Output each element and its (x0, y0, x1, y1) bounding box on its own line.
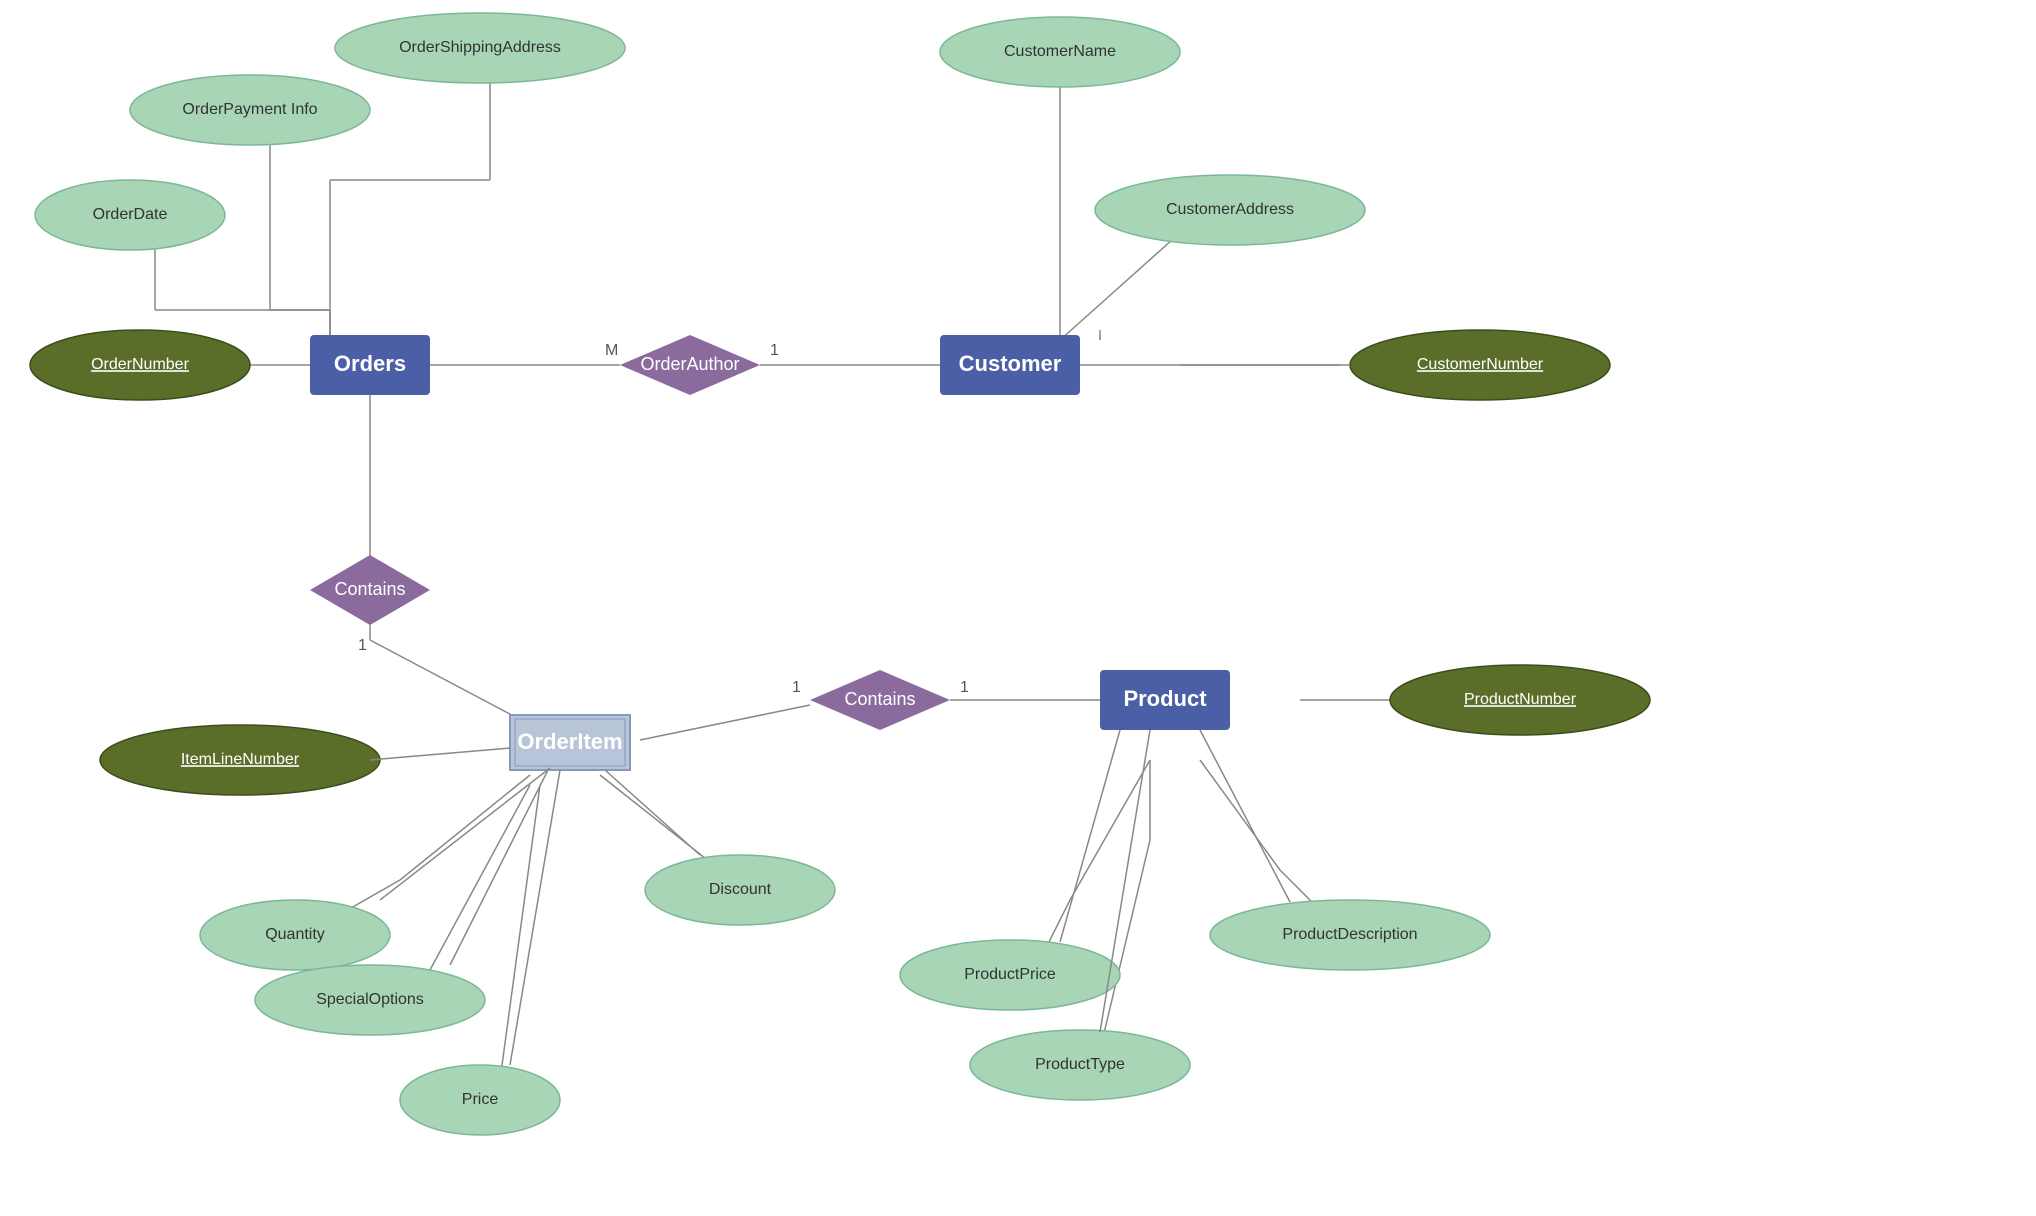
customername-label: CustomerName (1004, 43, 1116, 60)
orders-label: Orders (334, 351, 406, 376)
customernumber-label: CustomerNumber (1417, 356, 1544, 373)
productprice-label: ProductPrice (964, 966, 1056, 983)
orderdate-label: OrderDate (93, 206, 168, 223)
discount-label: Discount (709, 881, 772, 898)
card-m-label: M (605, 342, 618, 359)
orderitem-label: OrderItem (517, 729, 622, 754)
customeraddress-label: CustomerAddress (1166, 201, 1294, 218)
contains2-label: Contains (844, 689, 915, 709)
card-1-contains2-right: 1 (960, 679, 969, 696)
price-label: Price (462, 1091, 499, 1108)
itemlinenumber-label: ItemLineNumber (181, 751, 300, 768)
contains1-label: Contains (334, 579, 405, 599)
quantity-label: Quantity (265, 926, 325, 943)
customer-label: Customer (959, 351, 1062, 376)
specialoptions-label: SpecialOptions (316, 991, 424, 1008)
orderauthor-label: OrderAuthor (640, 354, 739, 374)
productdescription-label: ProductDescription (1282, 926, 1417, 943)
card-1-label: 1 (770, 342, 779, 359)
producttype-label: ProductType (1035, 1056, 1125, 1073)
er-diagram: M 1 1 M 1 1 Orders Customer Product Orde… (0, 0, 2036, 1216)
ordernumber-label: OrderNumber (91, 356, 189, 373)
ordershipping-label: OrderShippingAddress (399, 39, 561, 56)
productnumber-label: ProductNumber (1464, 691, 1577, 708)
orderpayment-label: OrderPayment Info (182, 101, 317, 118)
card-1-contains2-left: 1 (792, 679, 801, 696)
card-1-contains-label: 1 (358, 637, 367, 654)
product-label: Product (1123, 686, 1207, 711)
